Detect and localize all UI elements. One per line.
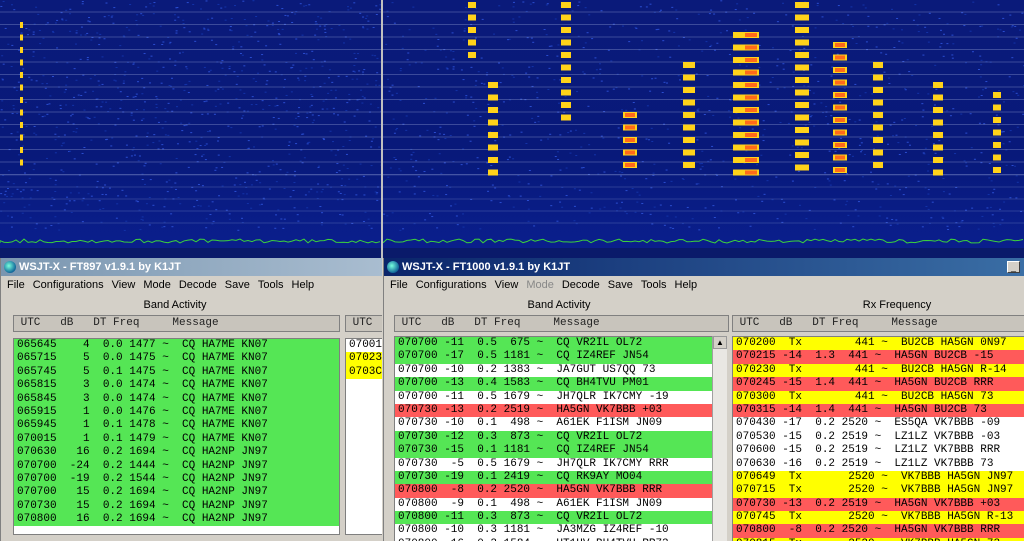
rx-frequency-title: Rx Frequency xyxy=(862,299,932,311)
left-column-header: UTC dB DT Freq Message xyxy=(13,315,340,332)
left-menu-configurations[interactable]: Configurations xyxy=(33,279,104,291)
decode-row[interactable]: 070730 -5 0.5 1679 ~ JH7QLR IK7CMY RRR xyxy=(395,457,713,471)
left-wsjtx-window: WSJT-X - FT897 v1.9.1 by K1JT File Config… xyxy=(0,258,382,541)
right-menu-decode[interactable]: Decode xyxy=(562,279,600,291)
rx-decode-row[interactable]: 070649 Tx 2520 ~ VK7BBB HA5GN JN97 xyxy=(733,470,1024,485)
decode-row[interactable]: 070800 -9 0.1 498 ~ A61EK F1ISM JN09 xyxy=(395,497,713,512)
rx-decode-row[interactable]: 070730 -13 0.2 2519 ~ HA5GN VK7BBB +03 xyxy=(733,497,1024,512)
decode-row[interactable]: 070700 -11 0.5 675 ~ CQ VR2IL OL72 xyxy=(395,337,713,351)
rx-frequency-column-header: UTC dB DT Freq Message xyxy=(732,315,1024,332)
left-menu-file[interactable]: File xyxy=(7,279,25,291)
right-menu-bar: File Configurations View Mode Decode Save Tool… xyxy=(384,276,1024,294)
decode-row[interactable]: 070800 16 0.2 1694 ~ CQ HA2NP JN97 xyxy=(14,513,339,527)
decode-row[interactable]: 070730 -15 0.1 1181 ~ CQ IZ4REF JN54 xyxy=(395,444,713,458)
decode-row[interactable]: 070700 -19 0.2 1544 ~ CQ HA2NP JN97 xyxy=(14,472,339,487)
minimize-button[interactable]: _ xyxy=(1007,261,1020,273)
decode-row[interactable]: 070730 -13 0.2 2519 ~ HA5GN VK7BBB +03 xyxy=(395,403,713,418)
rx-decode-row[interactable]: 070200 Tx 441 ~ BU2CB HA5GN 0N97 xyxy=(733,337,1024,351)
rx-decode-row[interactable]: 07023 xyxy=(346,352,382,366)
right-title-bar[interactable]: WSJT-X - FT1000 v1.9.1 by K1JT xyxy=(384,258,1024,276)
rx-decode-row[interactable]: 070530 -15 0.2 2519 ~ LZ1LZ VK7BBB -03 xyxy=(733,430,1024,445)
wsjtx-app-icon xyxy=(4,261,16,273)
left-rx-frequency-list[interactable]: 07001 07023 0703C xyxy=(345,338,382,535)
rx-decode-row[interactable]: 07001 xyxy=(346,339,382,353)
right-window-title: WSJT-X - FT1000 v1.9.1 by K1JT xyxy=(402,261,571,273)
decode-row[interactable]: 070730 -19 0.1 2419 ~ CQ RK9AY MO04 xyxy=(395,470,713,485)
rx-decode-row[interactable]: 070300 Tx 441 ~ BU2CB HA5GN 73 xyxy=(733,390,1024,404)
rx-decode-row[interactable]: 070315 -14 1.4 441 ~ HA5GN BU2CB 73 xyxy=(733,403,1024,418)
waterfall-right[interactable] xyxy=(383,0,1024,258)
right-menu-view[interactable]: View xyxy=(495,279,519,291)
left-menu-help[interactable]: Help xyxy=(292,279,315,291)
right-menu-configurations[interactable]: Configurations xyxy=(416,279,487,291)
waterfall-left[interactable] xyxy=(0,0,381,258)
decode-row[interactable]: 065645 4 0.0 1477 ~ CQ HA7ME KN07 xyxy=(14,339,339,353)
band-activity-list[interactable]: 070700 -11 0.5 675 ~ CQ VR2IL OL72 070700… xyxy=(394,336,714,541)
left-menu-view[interactable]: View xyxy=(112,279,136,291)
wsjtx-app-icon xyxy=(387,261,399,273)
decode-row[interactable]: 070730 15 0.2 1694 ~ CQ HA2NP JN97 xyxy=(14,499,339,514)
left-menu-save[interactable]: Save xyxy=(225,279,250,291)
right-menu-file[interactable]: File xyxy=(390,279,408,291)
rx-decode-row[interactable]: 070245 -15 1.4 441 ~ HA5GN BU2CB RRR xyxy=(733,377,1024,391)
right-menu-help[interactable]: Help xyxy=(675,279,698,291)
scroll-up-icon[interactable]: ▲ xyxy=(713,336,727,349)
band-activity-title: Band Activity xyxy=(527,299,591,311)
decode-row[interactable]: 065845 3 0.0 1474 ~ CQ HA7ME KN07 xyxy=(14,392,339,406)
left-menu-mode[interactable]: Mode xyxy=(143,279,171,291)
left-rx-column-header: UTC xyxy=(345,315,382,332)
rx-decode-row[interactable]: 070715 Tx 2520 ~ VK7BBB HA5GN JN97 xyxy=(733,484,1024,498)
decode-row[interactable]: 065715 5 0.0 1475 ~ CQ HA7ME KN07 xyxy=(14,352,339,366)
decode-row[interactable]: 070700 -24 0.2 1444 ~ CQ HA2NP JN97 xyxy=(14,459,339,473)
rx-frequency-list[interactable]: 070200 Tx 441 ~ BU2CB HA5GN 0N97 070215 -… xyxy=(732,336,1024,541)
decode-row[interactable]: 065915 1 0.0 1476 ~ CQ HA7ME KN07 xyxy=(14,405,339,420)
left-band-activity-title: Band Activity xyxy=(143,299,207,311)
decode-row[interactable]: 070730 -10 0.1 498 ~ A61EK F1ISM JN09 xyxy=(395,417,713,431)
decode-row[interactable]: 070700 -13 0.4 1583 ~ CQ BH4TVU PM01 xyxy=(395,377,713,391)
right-wsjtx-window: WSJT-X - FT1000 v1.9.1 by K1JT _ File Con… xyxy=(383,258,1024,541)
decode-row[interactable]: 070700 -11 0.5 1679 ~ JH7QLR IK7CMY -19 xyxy=(395,390,713,404)
band-activity-scrollbar[interactable]: ▲ xyxy=(712,336,727,541)
right-menu-tools[interactable]: Tools xyxy=(641,279,667,291)
left-menu-decode[interactable]: Decode xyxy=(179,279,217,291)
decode-row[interactable]: 065745 5 0.1 1475 ~ CQ HA7ME KN07 xyxy=(14,365,339,380)
left-menu-bar: File Configurations View Mode Decode Save Tool… xyxy=(1,276,382,294)
left-title-bar[interactable]: WSJT-X - FT897 v1.9.1 by K1JT xyxy=(1,258,382,276)
decode-row[interactable]: 070800 -11 0.3 873 ~ CQ VR2IL OL72 xyxy=(395,511,713,525)
decode-row[interactable]: 065945 1 0.1 1478 ~ CQ HA7ME KN07 xyxy=(14,419,339,433)
rx-decode-row[interactable]: 070630 -16 0.2 2519 ~ LZ1LZ VK7BBB 73 xyxy=(733,457,1024,471)
waterfall-left-graphic xyxy=(0,0,381,258)
decode-row[interactable]: 070630 16 0.2 1694 ~ CQ HA2NP JN97 xyxy=(14,446,339,460)
right-menu-mode[interactable]: Mode xyxy=(526,279,554,291)
waterfall-right-graphic xyxy=(383,0,1024,258)
decode-row[interactable]: 070700 15 0.2 1694 ~ CQ HA2NP JN97 xyxy=(14,486,339,500)
rx-decode-row[interactable]: 070230 Tx 441 ~ BU2CB HA5GN R-14 xyxy=(733,363,1024,378)
decode-row[interactable]: 070700 -17 0.5 1181 ~ CQ IZ4REF JN54 xyxy=(395,350,713,364)
rx-decode-row[interactable]: 070800 -8 0.2 2520 ~ HA5GN VK7BBB RRR xyxy=(733,524,1024,538)
decode-row[interactable]: 070730 -12 0.3 873 ~ CQ VR2IL OL72 xyxy=(395,430,713,445)
rx-decode-row[interactable]: 0703C xyxy=(346,365,382,380)
right-menu-save[interactable]: Save xyxy=(608,279,633,291)
rx-decode-row[interactable]: 070215 -14 1.3 441 ~ HA5GN BU2CB -15 xyxy=(733,350,1024,364)
decode-row[interactable]: 070015 1 0.1 1479 ~ CQ HA7ME KN07 xyxy=(14,432,339,447)
rx-decode-row[interactable]: 070430 -17 0.2 2520 ~ ES5QA VK7BBB -09 xyxy=(733,417,1024,431)
decode-row[interactable]: 065815 3 0.0 1474 ~ CQ HA7ME KN07 xyxy=(14,379,339,393)
left-menu-tools[interactable]: Tools xyxy=(258,279,284,291)
decode-row[interactable]: 070800 -10 0.3 1181 ~ JA3MZG IZ4REF -10 xyxy=(395,524,713,538)
decode-row[interactable]: 070700 -10 0.2 1383 ~ JA7GUT US7QQ 73 xyxy=(395,363,713,378)
left-band-activity-list[interactable]: 065645 4 0.0 1477 ~ CQ HA7ME KN07 065715 … xyxy=(13,338,340,535)
decode-row[interactable]: 070800 -8 0.2 2520 ~ HA5GN VK7BBB RRR xyxy=(395,484,713,498)
rx-decode-row[interactable]: 070745 Tx 2520 ~ VK7BBB HA5GN R-13 xyxy=(733,511,1024,525)
left-window-title: WSJT-X - FT897 v1.9.1 by K1JT xyxy=(19,261,182,273)
band-activity-column-header: UTC dB DT Freq Message xyxy=(394,315,729,332)
rx-decode-row[interactable]: 070600 -15 0.2 2519 ~ LZ1LZ VK7BBB RRR xyxy=(733,444,1024,458)
